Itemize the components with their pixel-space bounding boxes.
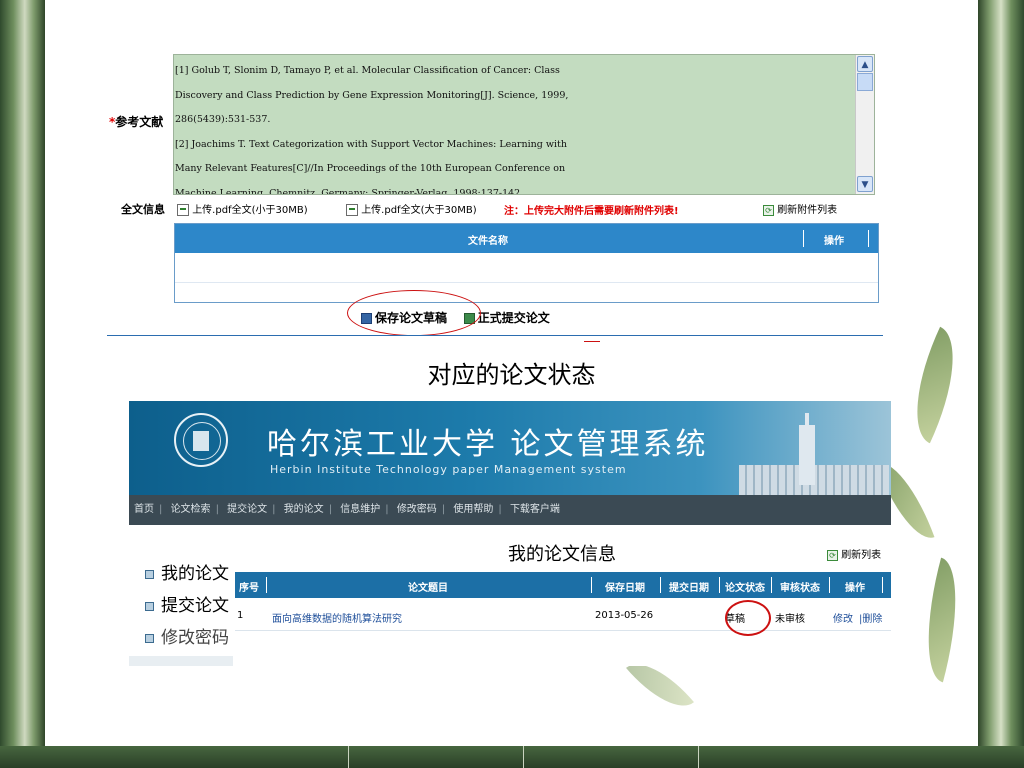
university-logo bbox=[174, 413, 228, 467]
references-textarea[interactable]: [1] Golub T, Slonim D, Tamayo P, et al. … bbox=[173, 54, 875, 195]
nav-download[interactable]: 下载客户端 bbox=[505, 504, 565, 515]
sidebar-item-my-thesis[interactable]: 我的论文 bbox=[145, 559, 229, 584]
thesis-table-header: 序号 论文题目 保存日期 提交日期 论文状态 审核状态 操作 bbox=[235, 572, 891, 598]
upload-note: 注：上传完大附件后需要刷新附件列表! bbox=[504, 206, 679, 217]
refresh-list-button[interactable]: ⟳ 刷新列表 bbox=[827, 546, 881, 561]
nav-my-thesis[interactable]: 我的论文 bbox=[279, 504, 329, 515]
red-mark bbox=[584, 341, 600, 342]
reference-line: 286(5439):531-537. bbox=[175, 114, 271, 125]
col-action: 操作 bbox=[824, 236, 844, 247]
scroll-thumb[interactable] bbox=[857, 73, 873, 91]
leaf-decor bbox=[910, 557, 974, 683]
slide-heading: 对应的论文状态 bbox=[427, 361, 596, 389]
sidebar: 我的论文 提交论文 修改密码 bbox=[129, 525, 233, 666]
col-submit-date: 提交日期 bbox=[669, 583, 709, 594]
sidebar-item-submit[interactable]: 提交论文 bbox=[145, 591, 229, 616]
cell-review: 未审核 bbox=[775, 614, 805, 625]
cell-save-date: 2013-05-26 bbox=[595, 610, 654, 621]
bullet-square-icon bbox=[145, 601, 154, 611]
vertical-scrollbar[interactable]: ▲ ▼ bbox=[855, 55, 874, 194]
nav-search[interactable]: 论文检索 bbox=[166, 504, 216, 515]
upload-icon bbox=[177, 204, 189, 216]
left-decor-strip bbox=[0, 0, 45, 768]
refresh-icon: ⟳ bbox=[827, 549, 838, 561]
edit-link[interactable]: 修改 bbox=[833, 610, 853, 625]
table-row: 1 面向高维数据的随机算法研究 2013-05-26 草稿 未审核 修改 |删除 bbox=[235, 602, 891, 631]
references-label: *参考文献 bbox=[109, 115, 164, 129]
bottom-decor-strip bbox=[0, 746, 1024, 768]
nav-info[interactable]: 信息维护 bbox=[335, 504, 385, 515]
divider bbox=[107, 335, 883, 336]
reference-line: Many Relevant Features[C]//In Proceeding… bbox=[175, 163, 566, 174]
cell-title-link[interactable]: 面向高维数据的随机算法研究 bbox=[272, 610, 402, 625]
upload-icon bbox=[346, 204, 358, 216]
col-no: 序号 bbox=[239, 583, 259, 594]
slide: *参考文献 [1] Golub T, Slonim D, Tamayo P, e… bbox=[45, 0, 978, 746]
main-title: 我的论文信息 bbox=[508, 544, 616, 565]
bullet-square-icon bbox=[145, 569, 154, 579]
cell-no: 1 bbox=[237, 610, 244, 621]
bullet-square-icon bbox=[145, 633, 154, 643]
col-actions: 操作 bbox=[845, 583, 865, 594]
col-review: 审核状态 bbox=[780, 583, 820, 594]
reference-line: [1] Golub T, Slonim D, Tamayo P, et al. … bbox=[175, 65, 560, 76]
col-file-name: 文件名称 bbox=[468, 236, 508, 247]
scroll-down-icon[interactable]: ▼ bbox=[857, 176, 873, 192]
top-nav: 首页 | 论文检索 | 提交论文 | 我的论文 | 信息维护 | 修改密码 | 使用帮助 | … bbox=[129, 495, 891, 525]
refresh-icon: ⟳ bbox=[763, 204, 774, 216]
reference-line: [2] Joachims T. Text Categorization with… bbox=[175, 138, 567, 150]
nav-password[interactable]: 修改密码 bbox=[392, 504, 442, 515]
system-screenshot: 哈尔滨工业大学 论文管理系统 Herbin Institute Technolo… bbox=[129, 401, 891, 666]
col-save-date: 保存日期 bbox=[605, 583, 645, 594]
status-highlight-circle bbox=[725, 600, 771, 636]
upload-small-button[interactable]: 上传.pdf全文(小于30MB) bbox=[177, 201, 308, 216]
system-title: 哈尔滨工业大学 论文管理系统 bbox=[267, 427, 709, 462]
reference-line: Machine Learning. Chemnitz, Germany: Spr… bbox=[175, 187, 524, 195]
upload-large-button[interactable]: 上传.pdf全文(大于30MB) bbox=[346, 201, 477, 216]
delete-link[interactable]: |删除 bbox=[859, 610, 882, 625]
reference-line: Discovery and Class Prediction by Gene E… bbox=[175, 89, 569, 101]
right-decor-strip bbox=[978, 0, 1024, 768]
sidebar-footer bbox=[129, 656, 233, 666]
fulltext-row: 全文信息 上传.pdf全文(小于30MB) 上传.pdf全文(大于30MB) 注… bbox=[121, 201, 911, 217]
scroll-up-icon[interactable]: ▲ bbox=[857, 56, 873, 72]
col-title: 论文题目 bbox=[408, 583, 448, 594]
nav-help[interactable]: 使用帮助 bbox=[448, 504, 498, 515]
nav-submit[interactable]: 提交论文 bbox=[222, 504, 272, 515]
system-subtitle: Herbin Institute Technology paper Manage… bbox=[270, 463, 627, 476]
refresh-attachments-button[interactable]: ⟳ 刷新附件列表 bbox=[763, 201, 837, 216]
fulltext-label: 全文信息 bbox=[121, 203, 165, 216]
highlight-circle bbox=[347, 290, 481, 336]
attachment-table-header: 文件名称 操作 bbox=[175, 224, 878, 253]
col-status: 论文状态 bbox=[725, 583, 765, 594]
sidebar-item-password[interactable]: 修改密码 bbox=[145, 623, 229, 648]
nav-home[interactable]: 首页 bbox=[129, 504, 159, 515]
system-banner: 哈尔滨工业大学 论文管理系统 Herbin Institute Technolo… bbox=[129, 401, 891, 495]
building-image bbox=[729, 413, 889, 495]
attachment-table: 文件名称 操作 bbox=[174, 223, 879, 303]
